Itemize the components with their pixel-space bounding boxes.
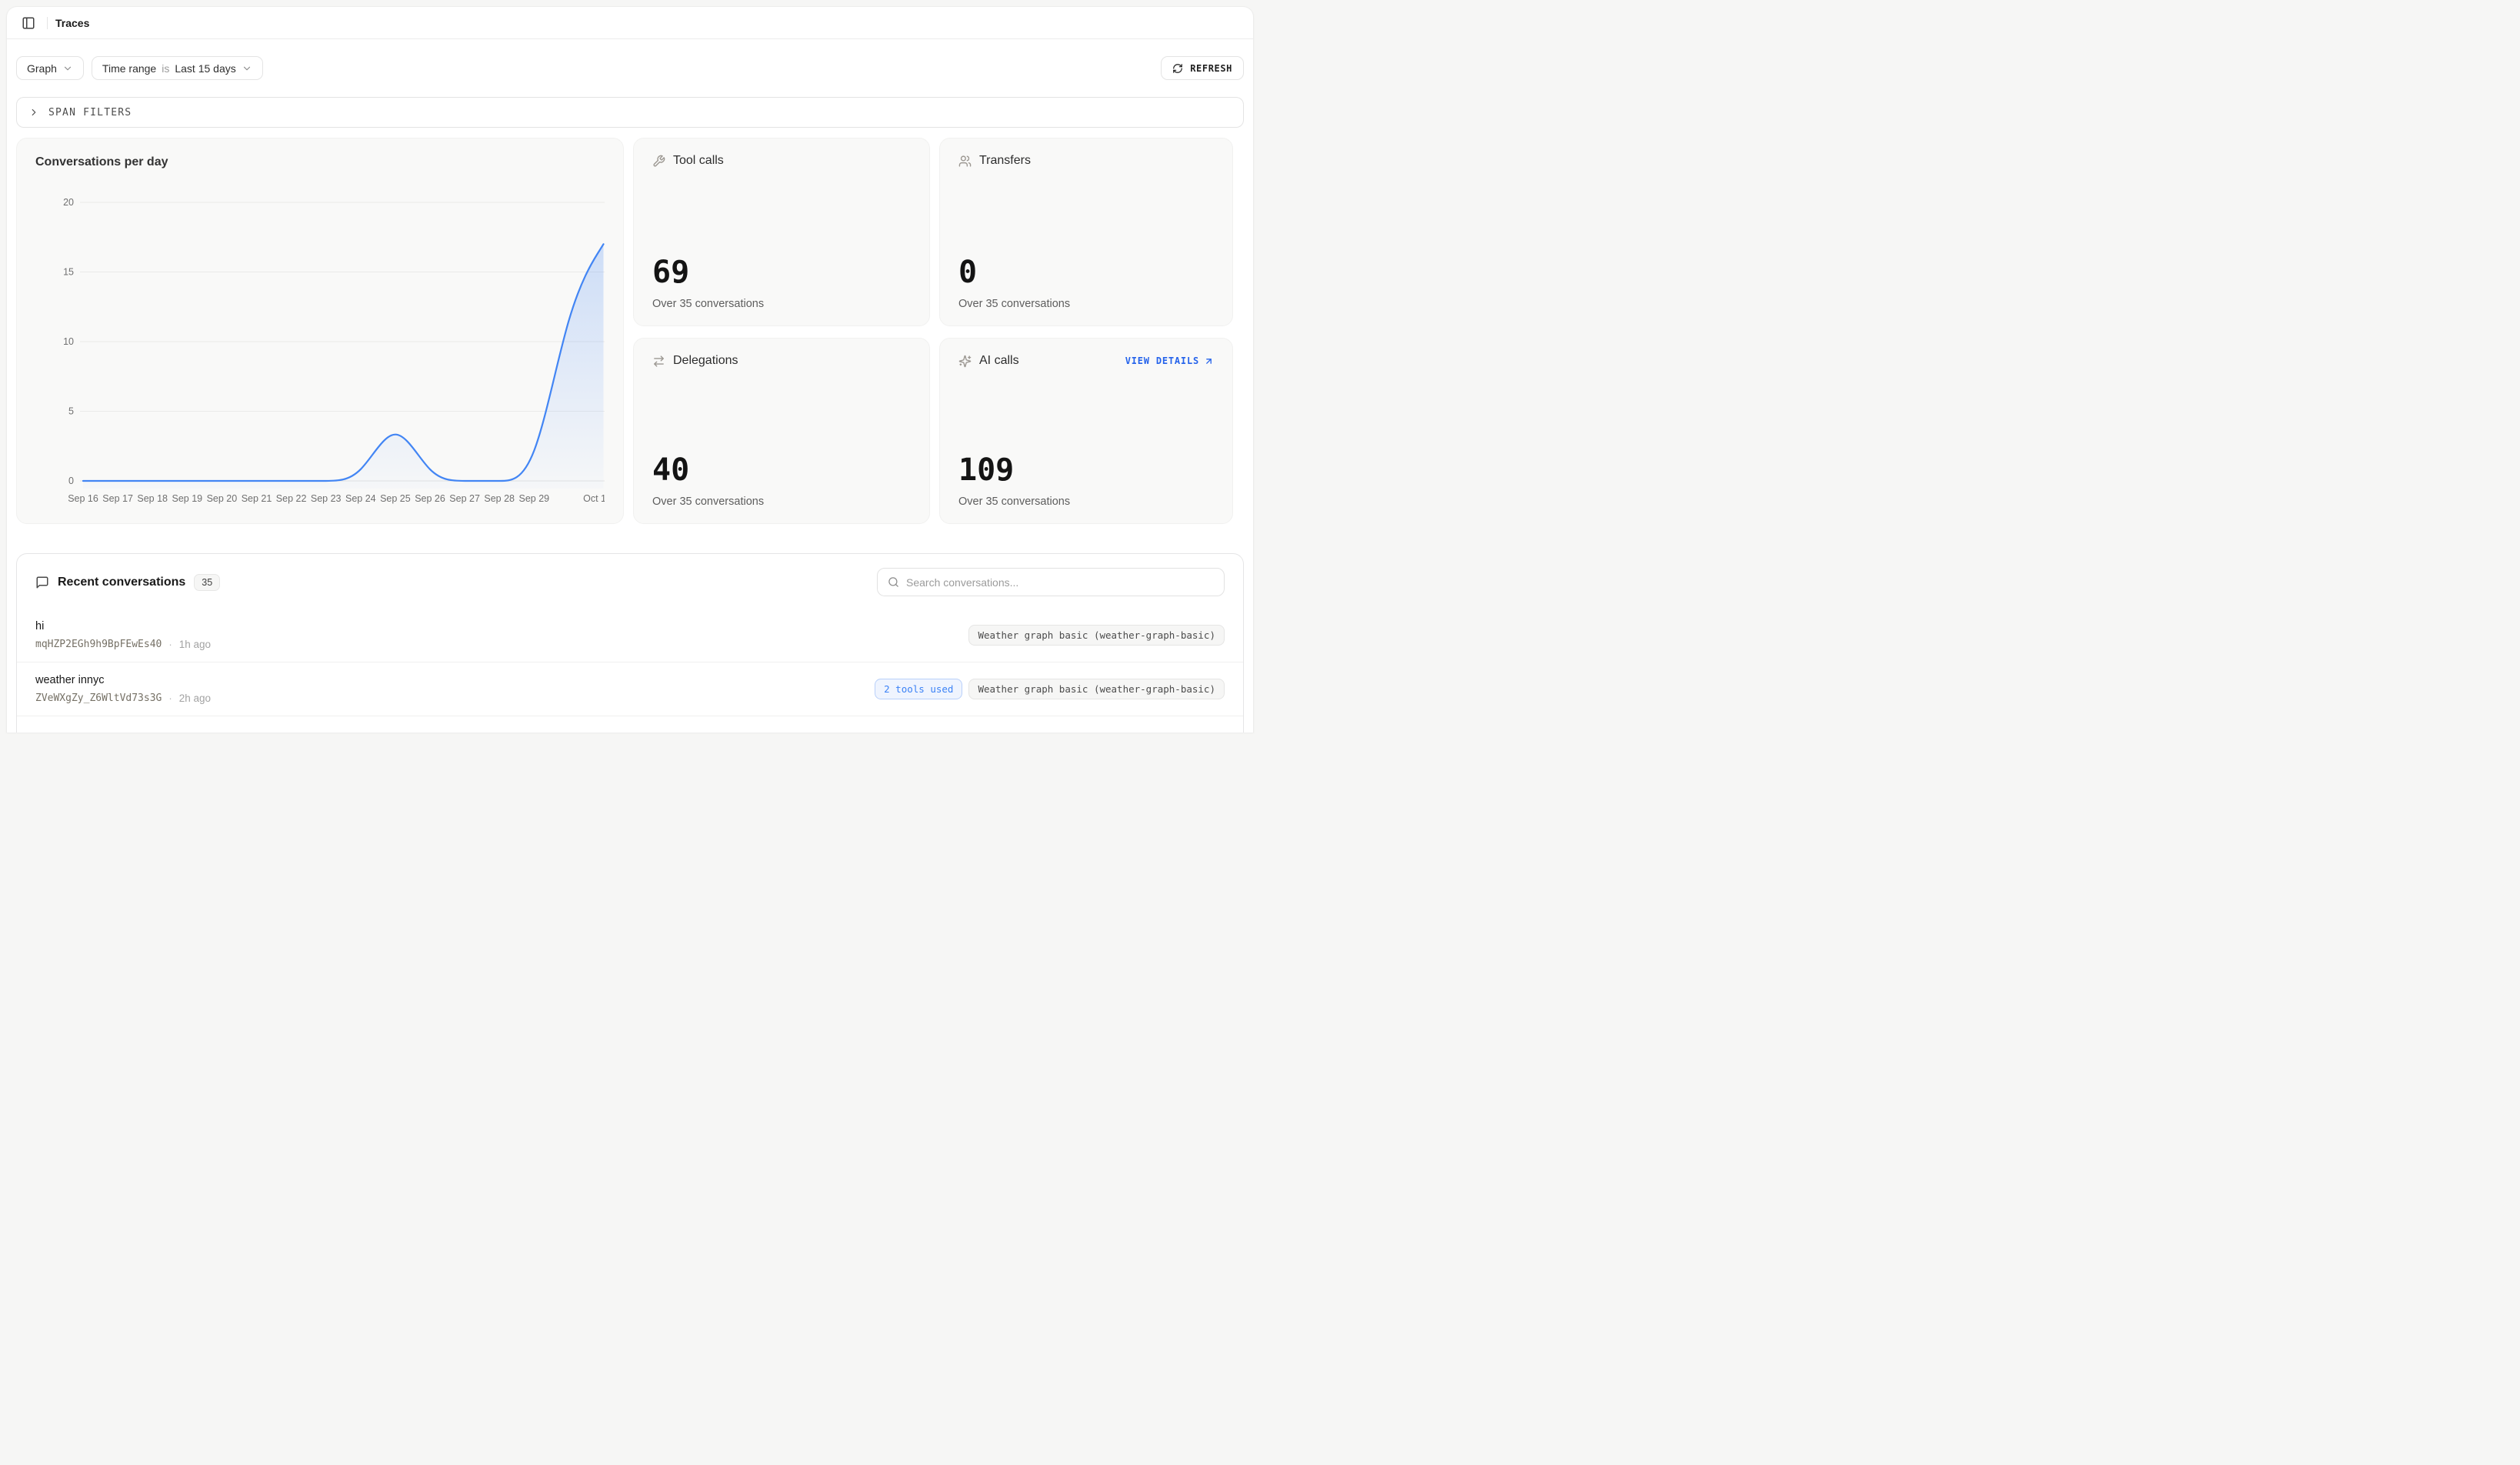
span-filters-label: SPAN FILTERS [48, 107, 132, 118]
svg-text:Sep 18: Sep 18 [137, 493, 168, 504]
stat-value: 0 [958, 257, 1214, 288]
svg-text:10: 10 [63, 336, 74, 347]
svg-text:Sep 22: Sep 22 [276, 493, 307, 504]
svg-text:Oct 1: Oct 1 [583, 493, 605, 504]
main-content-area: Traces Graph Time range is Last 15 days … [6, 6, 1254, 732]
svg-text:Sep 21: Sep 21 [242, 493, 272, 504]
recent-conversations-header: Recent conversations 35 [17, 554, 1243, 609]
conversation-row[interactable]: weather innyc ZVeWXgZy_Z6WltVd73s3G · 2h… [17, 662, 1243, 716]
meta-separator: · [168, 692, 172, 704]
panel-left-icon [22, 16, 35, 30]
svg-text:Sep 19: Sep 19 [172, 493, 202, 504]
stat-card-transfers: Transfers 0 Over 35 conversations [939, 138, 1233, 326]
svg-text:Sep 27: Sep 27 [449, 493, 480, 504]
view-selector-label: Graph [27, 62, 57, 75]
agent-badge: Weather graph basic (weather-graph-basic… [968, 679, 1225, 699]
stat-title: Delegations [673, 354, 911, 368]
time-range-operator: is [162, 62, 169, 75]
svg-text:Sep 17: Sep 17 [102, 493, 133, 504]
sidebar-toggle-button[interactable] [18, 12, 39, 34]
tools-used-badge: 2 tools used [875, 679, 962, 699]
recent-conversations-title: Recent conversations [58, 576, 185, 589]
svg-text:Sep 24: Sep 24 [345, 493, 376, 504]
svg-text:Sep 20: Sep 20 [207, 493, 238, 504]
svg-text:20: 20 [63, 197, 74, 208]
time-range-value: Last 15 days [175, 62, 235, 75]
conversations-per-day-chart: 0 5 10 15 20 Sep 16 Sep 17 Sep 18 Sep 19 Sep 20 Se… [35, 179, 605, 517]
stat-card-ai-calls: AI calls VIEW DETAILS 109 Over 35 conver… [939, 338, 1233, 524]
stat-card-delegations: Delegations 40 Over 35 conversations [633, 338, 930, 524]
stat-title: Tool calls [673, 154, 911, 168]
stat-subtitle: Over 35 conversations [652, 298, 911, 310]
meta-separator: · [168, 639, 172, 650]
stat-subtitle: Over 35 conversations [652, 496, 911, 508]
filter-toolbar: Graph Time range is Last 15 days REFRESH [7, 39, 1253, 80]
conversation-id: ZVeWXgZy_Z6WltVd73s3G [35, 692, 162, 704]
header-divider [47, 17, 48, 29]
conversations-chart-card: Conversations per day 0 5 10 15 20 Sep 16 Sep … [16, 138, 624, 524]
recent-conversations-card: Recent conversations 35 hi mqHZP2EGh9h9B… [16, 553, 1244, 732]
chevron-down-icon [62, 63, 73, 74]
conversation-time: 1h ago [179, 639, 211, 650]
refresh-icon [1172, 63, 1183, 74]
stat-value: 69 [652, 257, 911, 288]
stat-title: AI calls [979, 354, 1118, 368]
stat-subtitle: Over 35 conversations [958, 298, 1214, 310]
time-range-filter[interactable]: Time range is Last 15 days [92, 56, 263, 80]
search-icon [888, 576, 899, 588]
svg-text:Sep 29: Sep 29 [518, 493, 549, 504]
svg-text:Sep 16: Sep 16 [68, 493, 98, 504]
users-icon [958, 155, 972, 168]
top-bar: Traces [7, 7, 1253, 39]
stat-value: 109 [958, 455, 1214, 486]
conversation-title: hi [35, 620, 211, 632]
chevron-down-icon [242, 63, 252, 74]
svg-text:Sep 23: Sep 23 [311, 493, 342, 504]
search-box [877, 568, 1225, 596]
sparkles-icon [958, 355, 972, 368]
conversation-row[interactable]: hi mqHZP2EGh9h9BpFEwEs40 · 1h ago Weathe… [17, 609, 1243, 662]
view-selector-dropdown[interactable]: Graph [16, 56, 84, 80]
refresh-button[interactable]: REFRESH [1161, 56, 1244, 80]
svg-text:Sep 25: Sep 25 [380, 493, 411, 504]
stat-value: 40 [652, 455, 911, 486]
view-details-label: VIEW DETAILS [1125, 355, 1199, 366]
message-square-icon [35, 576, 49, 589]
chart-title: Conversations per day [35, 155, 605, 169]
arrow-right-left-icon [652, 355, 665, 368]
page-title: Traces [55, 17, 89, 29]
stat-title: Transfers [979, 154, 1214, 168]
wrench-icon [652, 155, 665, 168]
search-input[interactable] [906, 576, 1214, 589]
svg-text:Sep 26: Sep 26 [415, 493, 445, 504]
conversation-title: weather innyc [35, 674, 211, 686]
view-details-link[interactable]: VIEW DETAILS [1125, 355, 1214, 366]
chevron-right-icon [28, 107, 39, 118]
refresh-label: REFRESH [1190, 63, 1232, 74]
arrow-up-right-icon [1204, 356, 1214, 366]
svg-text:Sep 28: Sep 28 [484, 493, 515, 504]
stat-card-tool-calls: Tool calls 69 Over 35 conversations [633, 138, 930, 326]
svg-text:0: 0 [68, 476, 74, 486]
span-filters-toggle[interactable]: SPAN FILTERS [16, 97, 1244, 128]
conversation-count-badge: 35 [194, 574, 220, 591]
svg-text:5: 5 [68, 406, 74, 417]
agent-badge: Weather graph basic (weather-graph-basic… [968, 625, 1225, 646]
conversation-id: mqHZP2EGh9h9BpFEwEs40 [35, 639, 162, 650]
svg-text:15: 15 [63, 267, 74, 278]
time-range-field: Time range [102, 62, 156, 75]
dashboard-grid: Conversations per day 0 5 10 15 20 Sep 16 Sep … [7, 128, 1253, 524]
conversation-time: 2h ago [179, 692, 211, 704]
stat-subtitle: Over 35 conversations [958, 496, 1214, 508]
